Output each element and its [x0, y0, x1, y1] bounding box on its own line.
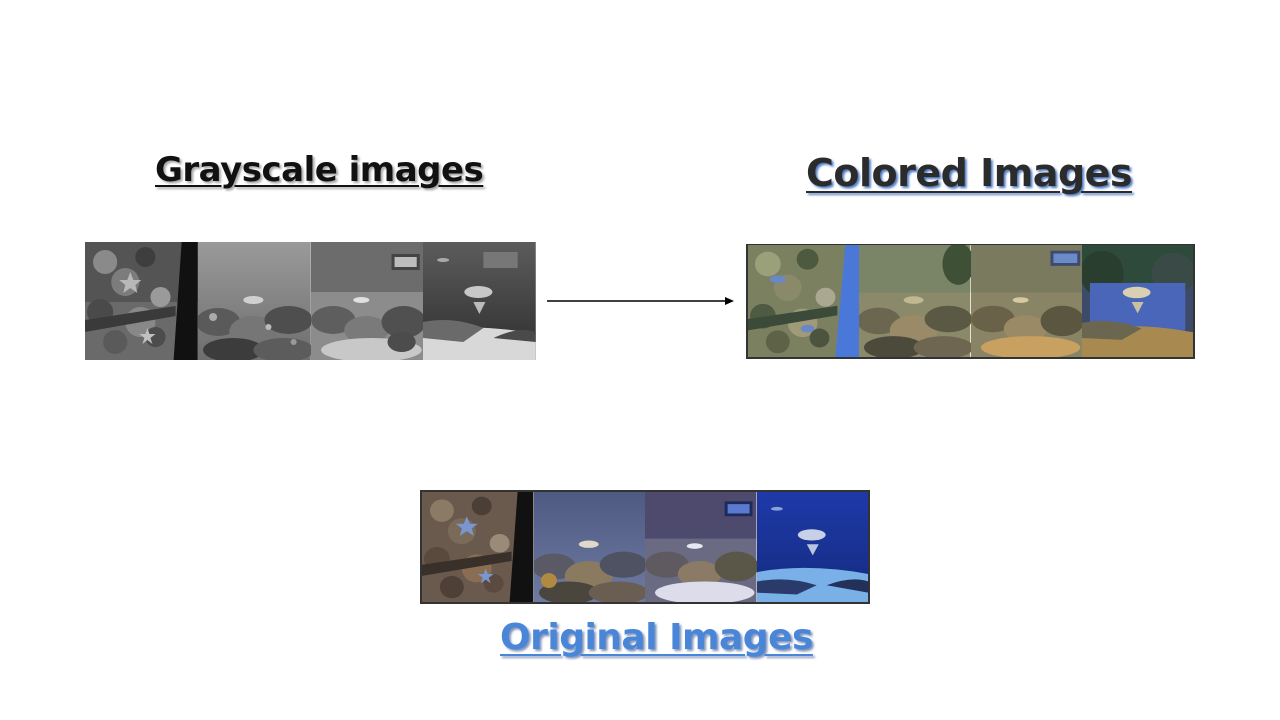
colored-image-strip [746, 244, 1195, 359]
grayscale-tile-coral-reef-fish [310, 242, 424, 360]
colored-images-heading: Colored Images [806, 151, 1133, 195]
original-image-strip [420, 490, 870, 604]
original-tile-coral-reef-fish [645, 492, 757, 602]
original-tile-stingray [756, 492, 868, 602]
colored-tile-coral-reef-fish [970, 245, 1082, 357]
original-images-heading: Original Images [500, 617, 813, 658]
arrow-right-icon [547, 297, 734, 305]
colored-tile-stingray [1081, 245, 1193, 357]
original-tile-starfish-rock [422, 492, 534, 602]
grayscale-tile-starfish-rock [85, 242, 198, 360]
grayscale-tile-stingray [423, 242, 536, 360]
colored-tile-starfish-rock [748, 245, 860, 357]
slide: Grayscale images Colored Images Original… [0, 0, 1280, 720]
grayscale-image-strip [85, 242, 536, 360]
grayscale-images-heading: Grayscale images [155, 150, 484, 190]
original-tile-coral-reef [533, 492, 645, 602]
colored-tile-coral-reef [859, 245, 971, 357]
grayscale-tile-coral-reef [197, 242, 311, 360]
